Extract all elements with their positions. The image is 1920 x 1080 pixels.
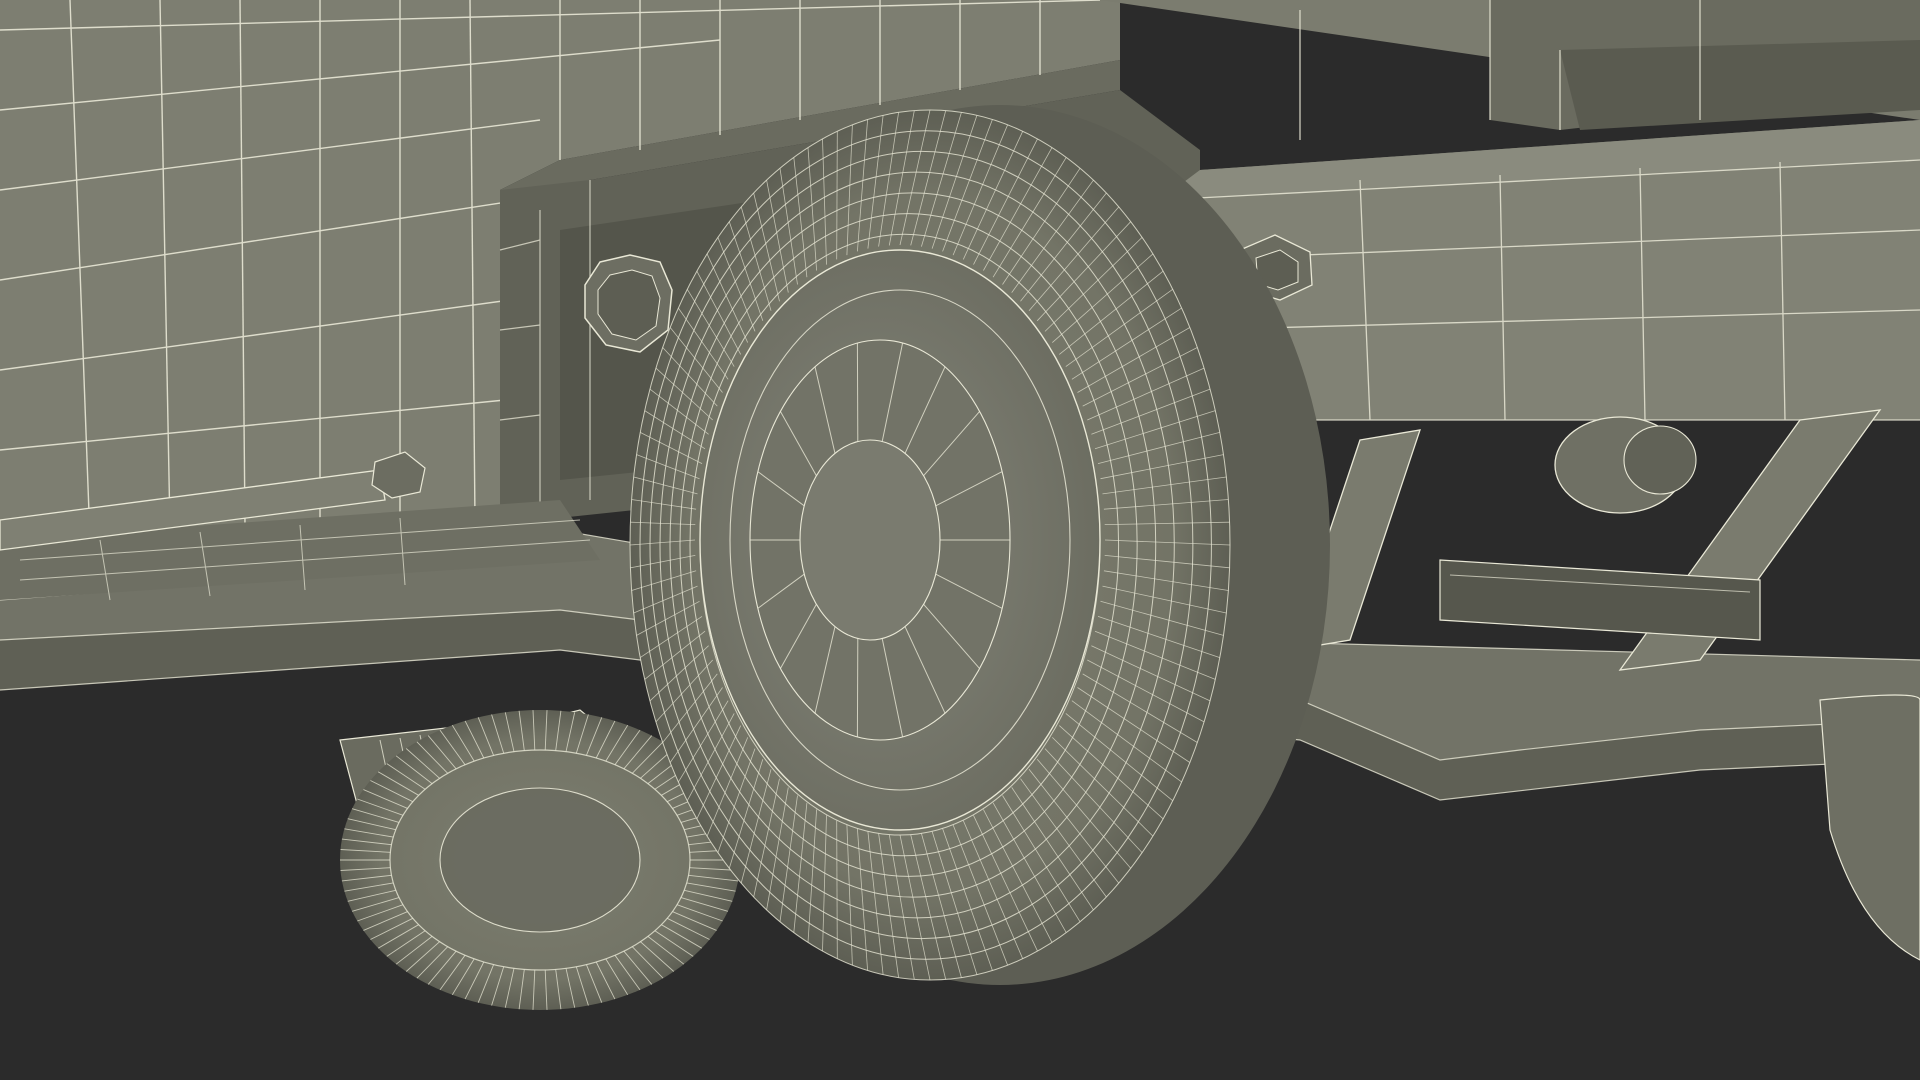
- wireframe-render: [0, 0, 1920, 1080]
- front-wheel: [629, 105, 1330, 985]
